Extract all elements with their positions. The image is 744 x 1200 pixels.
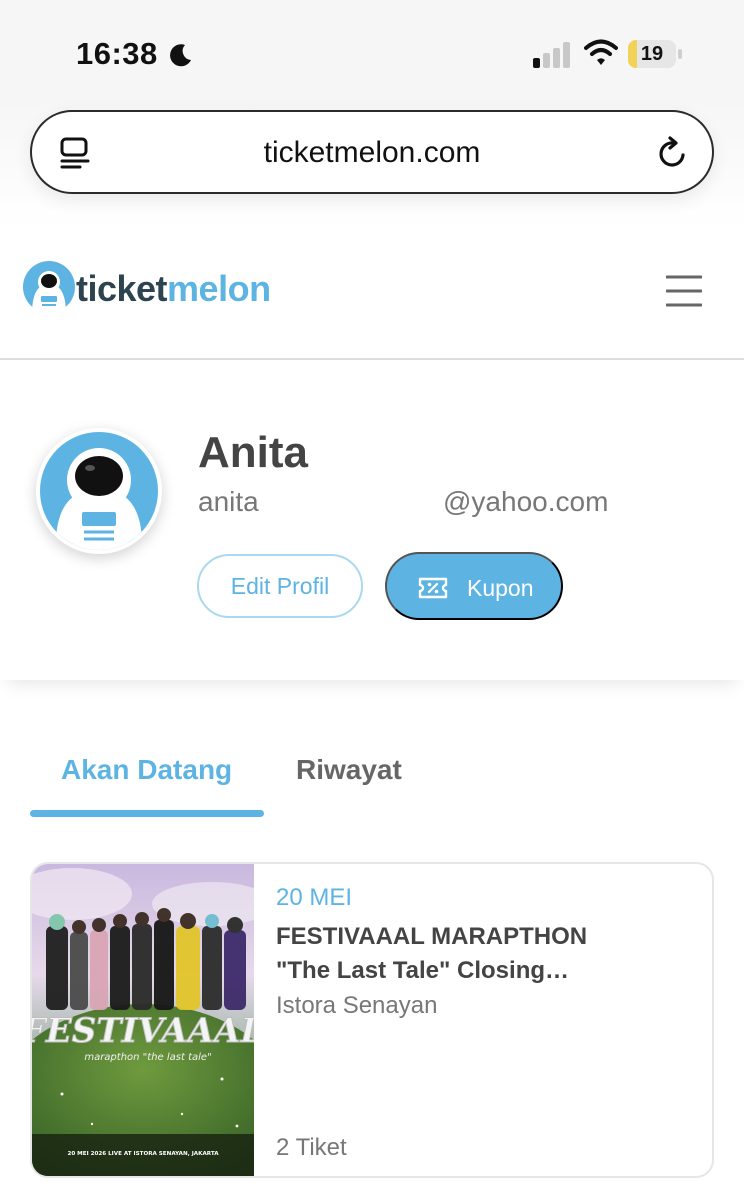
event-title-line2[interactable]: "The Last Tale" Closing… bbox=[276, 954, 696, 988]
event-poster-image: FESTIVAAAL marapthon "the last tale" 20 … bbox=[32, 864, 254, 1176]
event-ticket-count: 2 Tiket bbox=[276, 1134, 347, 1161]
status-bar: 16:38 19 bbox=[0, 0, 744, 100]
wifi-icon bbox=[584, 39, 618, 65]
profile-email-user: anita bbox=[198, 486, 259, 517]
event-card[interactable]: FESTIVAAAL marapthon "the last tale" 20 … bbox=[30, 862, 714, 1178]
profile-card: Anita anita @yahoo.com Edit Profil Kupon bbox=[0, 362, 744, 680]
active-tab-indicator bbox=[30, 810, 264, 817]
tab-upcoming[interactable]: Akan Datang bbox=[61, 754, 232, 786]
event-venue: Istora Senayan bbox=[276, 992, 438, 1019]
battery-percent: 19 bbox=[640, 43, 664, 65]
astronaut-logo-icon[interactable] bbox=[22, 260, 76, 314]
ticket-tabs: Akan Datang Riwayat bbox=[0, 740, 744, 820]
logo-ticket: ticket bbox=[76, 268, 168, 309]
poster-subtitle: marapthon "the last tale" bbox=[84, 1052, 211, 1063]
profile-email-domain: @yahoo.com bbox=[443, 486, 609, 517]
signal-icon bbox=[533, 42, 570, 68]
avatar bbox=[36, 428, 162, 554]
poster-title: FESTIVAAAL bbox=[32, 1011, 254, 1051]
astronaut-avatar-icon bbox=[55, 448, 143, 550]
coupon-icon bbox=[418, 577, 448, 599]
coupon-button[interactable]: Kupon bbox=[385, 552, 563, 620]
browser-chrome: ticketmelon.com bbox=[0, 100, 744, 230]
status-time: 16:38 bbox=[76, 36, 158, 71]
coupon-button-label: Kupon bbox=[467, 575, 534, 601]
event-date: 20 MEI bbox=[276, 884, 353, 911]
battery-indicator: 19 bbox=[628, 40, 682, 70]
tab-history[interactable]: Riwayat bbox=[296, 754, 402, 786]
moon-icon bbox=[170, 44, 191, 67]
event-title-line1[interactable]: FESTIVAAAL MARAPTHON bbox=[276, 920, 696, 954]
poster-footer: 20 MEI 2026 LIVE AT ISTORA SENAYAN, JAKA… bbox=[67, 1151, 219, 1157]
url-bar[interactable]: ticketmelon.com bbox=[30, 110, 714, 194]
hamburger-menu-icon[interactable] bbox=[666, 274, 702, 308]
brand-logo-text[interactable]: ticketmelon bbox=[76, 268, 271, 310]
site-header: ticketmelon bbox=[0, 230, 744, 360]
url-text[interactable]: ticketmelon.com bbox=[32, 136, 712, 170]
logo-melon: melon bbox=[167, 268, 271, 309]
profile-name: Anita bbox=[198, 428, 308, 477]
edit-profile-button[interactable]: Edit Profil bbox=[197, 554, 363, 618]
reload-icon[interactable] bbox=[656, 136, 690, 170]
